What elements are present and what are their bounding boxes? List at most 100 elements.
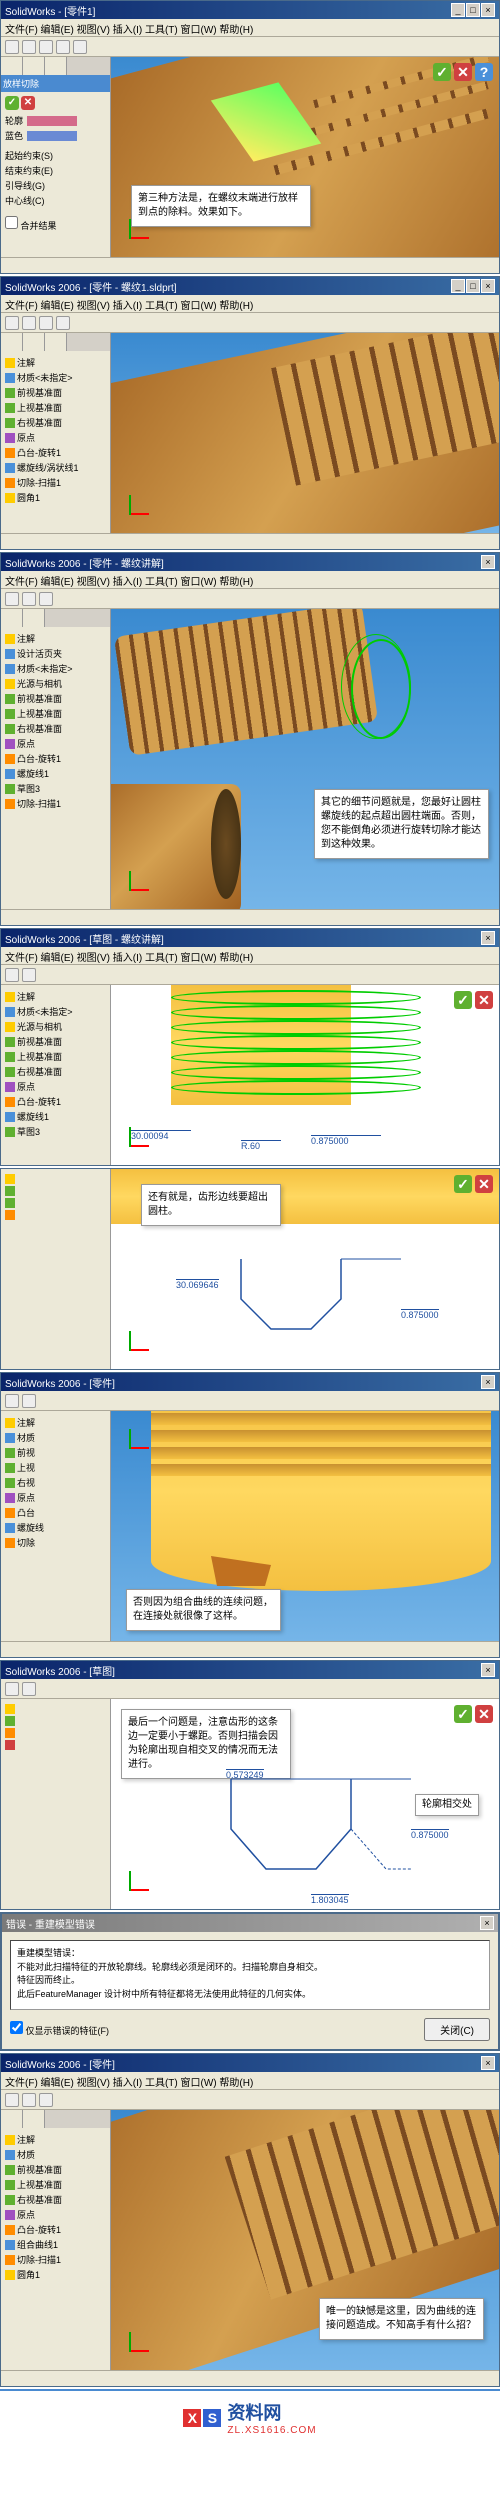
panel-tab[interactable] bbox=[23, 2110, 45, 2128]
option-item[interactable]: 结束约束(E) bbox=[5, 163, 106, 178]
tree-item[interactable]: 注解 bbox=[5, 989, 106, 1004]
tree-item[interactable] bbox=[5, 1739, 106, 1751]
titlebar[interactable]: SolidWorks 2006 - [零件] × bbox=[1, 1373, 499, 1391]
tree-item[interactable]: 上视基准面 bbox=[5, 1049, 106, 1064]
tree-item[interactable]: 前视基准面 bbox=[5, 1034, 106, 1049]
tree-item[interactable]: 上视 bbox=[5, 1460, 106, 1475]
tree-item[interactable]: 材质 bbox=[5, 1430, 106, 1445]
menubar[interactable]: 文件(F) 编辑(E) 视图(V) 插入(I) 工具(T) 窗口(W) 帮助(H… bbox=[1, 947, 499, 965]
merge-checkbox[interactable] bbox=[5, 216, 18, 229]
cancel-icon[interactable]: ✕ bbox=[475, 1705, 493, 1723]
tree-item[interactable]: 注解 bbox=[5, 631, 106, 646]
tool-icon[interactable] bbox=[39, 316, 53, 330]
tree-item[interactable] bbox=[5, 1715, 106, 1727]
tool-icon[interactable] bbox=[5, 1682, 19, 1696]
tool-icon[interactable] bbox=[5, 968, 19, 982]
tree-item[interactable]: 上视基准面 bbox=[5, 2177, 106, 2192]
tree-item[interactable]: 螺旋线1 bbox=[5, 766, 106, 781]
tool-icon[interactable] bbox=[5, 1394, 19, 1408]
close-button[interactable]: × bbox=[481, 1375, 495, 1389]
option-item[interactable]: 引导线(G) bbox=[5, 178, 106, 193]
dimension[interactable]: R.60 bbox=[241, 1140, 281, 1151]
tool-icon[interactable] bbox=[5, 40, 19, 54]
maximize-button[interactable]: □ bbox=[466, 279, 480, 293]
tree-item[interactable]: 原点 bbox=[5, 2207, 106, 2222]
dimension[interactable]: 30.069646 bbox=[176, 1279, 219, 1290]
tool-icon[interactable] bbox=[5, 592, 19, 606]
tree-item[interactable]: 草图3 bbox=[5, 781, 106, 796]
titlebar[interactable]: SolidWorks 2006 - [零件] × bbox=[1, 2054, 499, 2072]
titlebar[interactable]: SolidWorks 2006 - [零件 - 螺纹1.sldprt] _□× bbox=[1, 277, 499, 295]
ok-icon[interactable]: ✓ bbox=[454, 1175, 472, 1193]
tree-item[interactable]: 右视 bbox=[5, 1475, 106, 1490]
minimize-button[interactable]: _ bbox=[451, 3, 465, 17]
tree-item[interactable]: 凸台 bbox=[5, 1505, 106, 1520]
titlebar[interactable]: SolidWorks 2006 - [零件 - 螺纹讲解] × bbox=[1, 553, 499, 571]
color-swatch[interactable] bbox=[27, 131, 77, 141]
tree-item[interactable]: 上视基准面 bbox=[5, 400, 106, 415]
checkbox-row[interactable]: 仅显示错误的特征(F) bbox=[10, 2021, 109, 2039]
viewport[interactable]: 30.00094 R.60 0.875000 ✓ ✕ bbox=[111, 985, 499, 1165]
viewport[interactable]: 最后一个问题是，注意齿形的这条边一定要小于螺距。否则扫描会因为轮廓出现自相交叉的… bbox=[111, 1699, 499, 1909]
tree-item[interactable]: 右视基准面 bbox=[5, 1064, 106, 1079]
close-button[interactable]: × bbox=[481, 555, 495, 569]
panel-tab[interactable] bbox=[23, 57, 45, 75]
menubar[interactable]: 文件(F) 编辑(E) 视图(V) 插入(I) 工具(T) 窗口(W) 帮助(H… bbox=[1, 295, 499, 313]
tool-icon[interactable] bbox=[73, 40, 87, 54]
ok-icon[interactable]: ✓ bbox=[454, 1705, 472, 1723]
close-button[interactable]: × bbox=[481, 3, 495, 17]
tree-item[interactable]: 凸台-旋转1 bbox=[5, 751, 106, 766]
tree-item[interactable] bbox=[5, 1703, 106, 1715]
tree-item[interactable]: 切除-扫描1 bbox=[5, 2252, 106, 2267]
tree-item[interactable]: 草图3 bbox=[5, 1124, 106, 1139]
menubar[interactable]: 文件(F) 编辑(E) 视图(V) 插入(I) 工具(T) 窗口(W) 帮助(H… bbox=[1, 19, 499, 37]
dimension[interactable]: 0.875000 bbox=[311, 1135, 381, 1146]
tree-item[interactable]: 圆角1 bbox=[5, 2267, 106, 2282]
tree-item[interactable]: 右视基准面 bbox=[5, 2192, 106, 2207]
tree-item[interactable]: 上视基准面 bbox=[5, 706, 106, 721]
tree-item[interactable]: 前视基准面 bbox=[5, 691, 106, 706]
option-item[interactable]: 中心线(C) bbox=[5, 193, 106, 208]
tool-icon[interactable] bbox=[39, 2093, 53, 2107]
tool-icon[interactable] bbox=[22, 40, 36, 54]
viewport[interactable]: 其它的细节问题就是，您最好让圆柱螺旋线的起点超出圆柱端面。否则，您不能倒角必须进… bbox=[111, 609, 499, 909]
tree-item[interactable]: 组合曲线1 bbox=[5, 2237, 106, 2252]
close-button[interactable]: × bbox=[481, 279, 495, 293]
viewport[interactable] bbox=[111, 333, 499, 533]
tree-item[interactable]: 切除-扫描1 bbox=[5, 475, 106, 490]
tool-icon[interactable] bbox=[22, 1394, 36, 1408]
titlebar[interactable]: SolidWorks 2006 - [草图] × bbox=[1, 1661, 499, 1679]
tree-item[interactable]: 凸台-旋转1 bbox=[5, 445, 106, 460]
tree-item[interactable]: 原点 bbox=[5, 430, 106, 445]
tree-item[interactable]: 注解 bbox=[5, 2132, 106, 2147]
tree-item[interactable]: 凸台-旋转1 bbox=[5, 1094, 106, 1109]
dimension[interactable]: 0.875000 bbox=[401, 1309, 439, 1320]
tree-item[interactable]: 设计活页夹 bbox=[5, 646, 106, 661]
close-dialog-button[interactable]: 关闭(C) bbox=[424, 2018, 490, 2041]
errors-only-checkbox[interactable] bbox=[10, 2021, 23, 2034]
tree-item[interactable]: 螺旋线 bbox=[5, 1520, 106, 1535]
cancel-icon[interactable]: ✕ bbox=[454, 63, 472, 81]
tree-item[interactable]: 右视基准面 bbox=[5, 415, 106, 430]
panel-tab[interactable] bbox=[45, 333, 67, 351]
tree-item[interactable]: 前视基准面 bbox=[5, 2162, 106, 2177]
tree-item[interactable]: 前视基准面 bbox=[5, 385, 106, 400]
tool-icon[interactable] bbox=[5, 2093, 19, 2107]
cancel-icon[interactable]: ✕ bbox=[21, 96, 35, 110]
tree-item[interactable]: 材质<未指定> bbox=[5, 1004, 106, 1019]
ok-icon[interactable]: ✓ bbox=[433, 63, 451, 81]
tool-icon[interactable] bbox=[22, 316, 36, 330]
color-swatch[interactable] bbox=[27, 116, 77, 126]
panel-tab[interactable] bbox=[1, 2110, 23, 2128]
panel-tab[interactable] bbox=[45, 57, 67, 75]
tree-item[interactable]: 材质 bbox=[5, 2147, 106, 2162]
tree-item[interactable]: 切除-扫描1 bbox=[5, 796, 106, 811]
menubar[interactable]: 文件(F) 编辑(E) 视图(V) 插入(I) 工具(T) 窗口(W) 帮助(H… bbox=[1, 571, 499, 589]
titlebar[interactable]: SolidWorks - [零件1] _ □ × bbox=[1, 1, 499, 19]
titlebar[interactable]: SolidWorks 2006 - [草图 - 螺纹讲解] × bbox=[1, 929, 499, 947]
viewport[interactable]: 否则因为组合曲线的连续问题，在连接处就很像了这样。 bbox=[111, 1411, 499, 1641]
tool-icon[interactable] bbox=[56, 40, 70, 54]
viewport[interactable]: 还有就是，齿形边线要超出圆柱。 30.069646 0.875000 ✓ ✕ bbox=[111, 1169, 499, 1369]
tool-icon[interactable] bbox=[22, 1682, 36, 1696]
tree-item[interactable]: 原点 bbox=[5, 1079, 106, 1094]
